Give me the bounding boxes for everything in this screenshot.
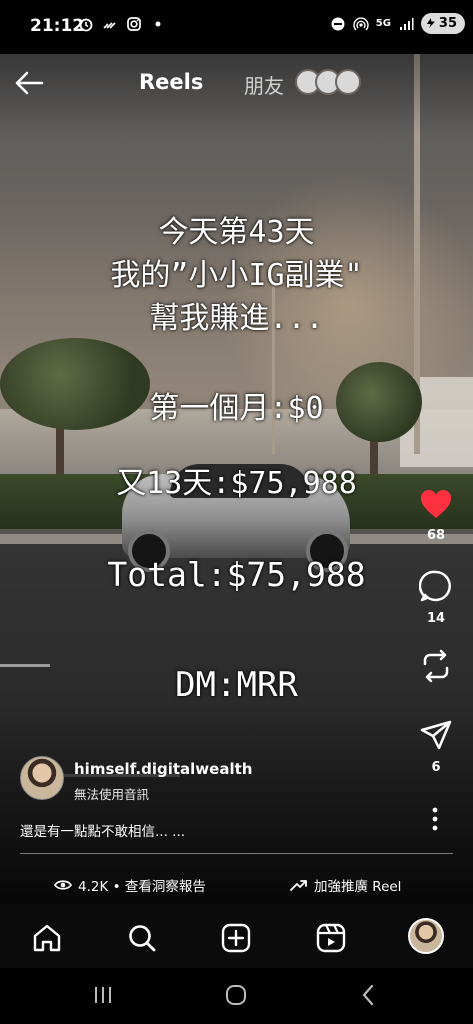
comment-icon (418, 570, 451, 602)
comment-count: 14 (426, 611, 446, 626)
signal-icon (399, 17, 414, 30)
recent-apps-icon[interactable] (90, 982, 116, 1008)
tab-friends[interactable]: 朋友 (244, 70, 284, 99)
divider (20, 853, 453, 854)
friend-avatar (335, 69, 361, 95)
overlay-line-4: 第一個月:$0 (149, 391, 324, 426)
heart-icon (421, 490, 451, 518)
back-button-icon[interactable] (356, 982, 382, 1008)
audio-label[interactable]: 無法使用音訊 (74, 784, 149, 803)
overlay-line-5: 又13天:$75,988 (116, 466, 357, 501)
alarm-icon (79, 18, 93, 32)
overlay-line-6: Total:$75,988 (107, 555, 366, 594)
wifi-calling-icon (103, 22, 116, 29)
author-avatar[interactable] (20, 756, 64, 800)
reels-icon[interactable] (315, 922, 347, 954)
overlay-line-1: 今天第43天 (158, 215, 315, 250)
overlay-line-7: DM:MRR (175, 665, 298, 705)
views-label: 4.2K • 查看洞察報告 (78, 879, 206, 895)
eye-icon (54, 880, 72, 890)
home-button-icon[interactable] (223, 982, 249, 1008)
page-title[interactable]: Reels (139, 70, 203, 94)
battery-icon: 35 (420, 13, 465, 34)
bottom-nav (0, 904, 473, 968)
home-icon[interactable] (31, 922, 63, 954)
more-options-icon[interactable] (425, 806, 445, 832)
overlay-line-2: 我的”小小IG副業" (110, 258, 363, 293)
hotspot-icon (353, 16, 369, 30)
dot-icon (155, 21, 161, 27)
send-icon (420, 720, 452, 750)
remix-button[interactable] (414, 648, 458, 688)
share-button[interactable]: 6 (414, 718, 458, 775)
search-icon[interactable] (126, 922, 158, 954)
like-count: 68 (426, 528, 446, 543)
trending-up-icon (290, 880, 307, 891)
repost-icon (423, 649, 449, 683)
caption[interactable]: 還是有一點點不敢相信... ... (20, 820, 185, 840)
status-time: 21:12 (30, 16, 85, 36)
dnd-icon (331, 17, 345, 30)
like-button[interactable]: 68 (414, 488, 458, 543)
boost-label: 加強推廣 Reel (314, 879, 402, 895)
back-arrow-icon[interactable] (12, 68, 46, 98)
network-label: 5G (375, 17, 391, 29)
system-nav (0, 968, 473, 1024)
view-insights[interactable]: 4.2K • 查看洞察報告 (54, 875, 206, 895)
boost-reel-button[interactable]: 加強推廣 Reel (290, 875, 401, 895)
status-bar: 21:12 5G 35 (0, 0, 473, 54)
profile-avatar[interactable] (408, 918, 444, 954)
create-icon[interactable] (220, 922, 252, 954)
share-count: 6 (431, 760, 441, 775)
overlay-line-3: 幫我賺進... (149, 301, 324, 336)
friend-avatars[interactable] (295, 69, 365, 95)
instagram-icon (127, 17, 141, 31)
comment-button[interactable]: 14 (414, 569, 458, 626)
author-username[interactable]: himself.digitalwealth (74, 760, 252, 778)
